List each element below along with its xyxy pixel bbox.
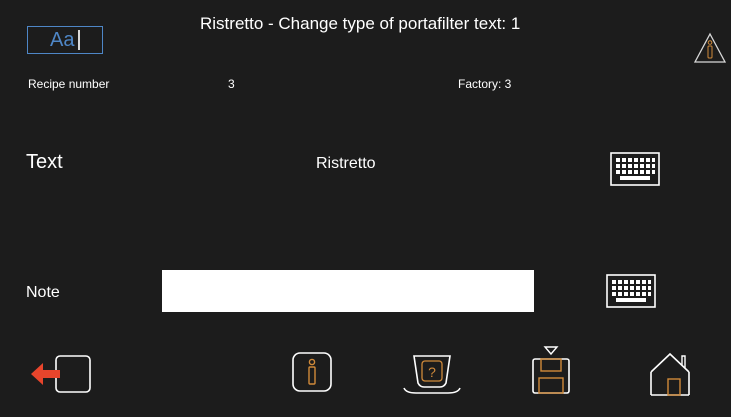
note-field-label: Note: [26, 284, 60, 301]
factory-label: Factory: 3: [458, 77, 512, 91]
cup-help-icon[interactable]: ?: [402, 353, 462, 395]
save-icon[interactable]: [528, 346, 574, 394]
keyboard-icon[interactable]: [606, 274, 656, 308]
svg-text:?: ?: [428, 364, 436, 380]
page-title: Ristretto - Change type of portafilter t…: [200, 14, 521, 33]
font-size-label: Aa: [50, 29, 75, 51]
text-field-value[interactable]: Ristretto: [316, 155, 376, 173]
text-cursor-icon: [78, 30, 80, 50]
note-input[interactable]: [162, 270, 534, 312]
warning-info-icon[interactable]: [693, 32, 727, 64]
keyboard-icon[interactable]: [610, 152, 660, 186]
back-arrow-icon[interactable]: [30, 355, 92, 393]
text-field-label: Text: [26, 151, 63, 173]
info-icon[interactable]: [292, 352, 332, 392]
recipe-number-value: 3: [228, 77, 235, 91]
home-icon[interactable]: [648, 352, 692, 396]
recipe-number-label: Recipe number: [28, 77, 110, 91]
font-size-button[interactable]: Aa: [27, 26, 103, 54]
